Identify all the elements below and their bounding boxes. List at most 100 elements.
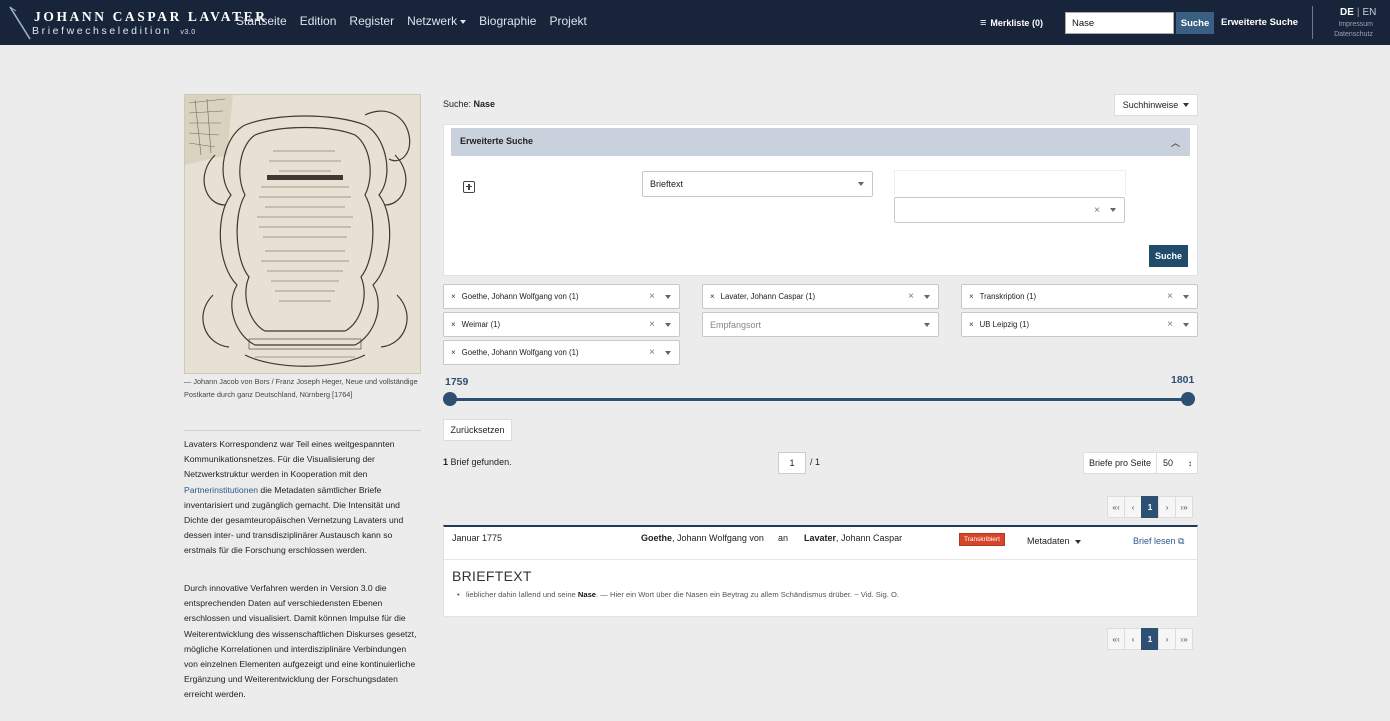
remove-icon[interactable]: × <box>969 320 974 329</box>
filter-recipient[interactable]: × Lavater, Johann Caspar (1) × <box>702 284 939 309</box>
clear-icon[interactable]: × <box>649 319 655 330</box>
status-badge: Transkribiert <box>959 533 1005 546</box>
lang-de[interactable]: DE <box>1340 7 1354 18</box>
chip-label: UB Leipzig (1) <box>979 320 1030 329</box>
prev-page-button[interactable]: ‹ <box>1124 628 1142 650</box>
dropdown-arrow-icon <box>665 350 671 355</box>
search-hints-button[interactable]: Suchhinweise <box>1114 94 1198 116</box>
filter-transcription[interactable]: × Transkription (1) × <box>961 284 1198 309</box>
brand-subtitle: Briefwechseledition v3.0 <box>32 25 196 37</box>
caption-dash: — <box>184 377 192 386</box>
filter-sender-place[interactable]: × Weimar (1) × <box>443 312 680 337</box>
filter-archive[interactable]: × UB Leipzig (1) × <box>961 312 1198 337</box>
dropdown-arrow-icon <box>924 294 930 299</box>
clear-icon[interactable]: × <box>908 291 914 302</box>
timeline-handle-start[interactable] <box>443 392 457 406</box>
impressum-link[interactable]: Impressum <box>1338 21 1373 28</box>
advanced-search-header[interactable]: Erweiterte Suche ︿ <box>451 128 1190 156</box>
page-1-button[interactable]: 1 <box>1141 496 1159 518</box>
letter-sender[interactable]: Goethe, Johann Wolfgang von <box>641 533 764 543</box>
nav-projekt[interactable]: Projekt <box>549 14 586 28</box>
results-count-number: 1 <box>443 457 449 467</box>
remove-icon[interactable]: × <box>451 348 456 357</box>
search-button[interactable]: Suche <box>1176 12 1214 34</box>
remove-icon[interactable]: × <box>969 292 974 301</box>
brand-logo[interactable]: JOHANN CASPAR LAVATER Briefwechseleditio… <box>8 5 265 41</box>
extended-search-link[interactable]: Erweiterte Suche <box>1221 17 1298 28</box>
first-page-button[interactable]: «‹ <box>1107 628 1125 650</box>
search-summary-label: Suche: <box>443 99 472 109</box>
nav-netzwerk[interactable]: Netzwerk <box>407 14 467 28</box>
filter-recipient-place[interactable]: Empfangsort <box>702 312 939 337</box>
letter-date: Januar 1775 <box>452 533 503 543</box>
clear-icon[interactable]: × <box>649 291 655 302</box>
lang-en[interactable]: EN <box>1363 7 1377 18</box>
search-field-value: Brieftext <box>650 179 684 189</box>
search-value-select[interactable]: × <box>894 197 1125 223</box>
filter-sender[interactable]: × Goethe, Johann Wolfgang von (1) × <box>443 284 680 309</box>
clear-icon[interactable]: × <box>1167 291 1173 302</box>
nav-biographie[interactable]: Biographie <box>479 14 536 28</box>
remove-icon[interactable]: × <box>451 320 456 329</box>
filter-chip: × Lavater, Johann Caspar (1) <box>710 292 815 301</box>
clear-icon[interactable]: × <box>1094 205 1100 216</box>
last-page-button[interactable]: ›» <box>1175 496 1193 518</box>
datenschutz-link[interactable]: Datenschutz <box>1334 31 1373 38</box>
about-paragraph-2: Durch innovative Verfahren werden in Ver… <box>184 583 417 700</box>
remove-icon[interactable]: × <box>710 292 715 301</box>
timeline-slider-track[interactable] <box>451 398 1188 401</box>
top-navbar: JOHANN CASPAR LAVATER Briefwechseleditio… <box>0 0 1390 45</box>
timeline-handle-end[interactable] <box>1181 392 1195 406</box>
divider <box>184 430 421 431</box>
chip-label: Weimar (1) <box>461 320 501 329</box>
last-page-button[interactable]: ›» <box>1175 628 1193 650</box>
dropdown-arrow-icon <box>665 322 671 327</box>
brand-version: v3.0 <box>180 29 196 36</box>
add-field-icon[interactable] <box>463 181 475 193</box>
nav-edition[interactable]: Edition <box>300 14 337 28</box>
prev-page-button[interactable]: ‹ <box>1124 496 1142 518</box>
filter-person[interactable]: × Goethe, Johann Wolfgang von (1) × <box>443 340 680 365</box>
partner-link[interactable]: Partnerinstitutionen <box>184 485 258 495</box>
search-field-select[interactable]: Brieftext <box>642 171 873 197</box>
placeholder: Empfangsort <box>710 319 762 330</box>
remove-icon[interactable]: × <box>451 292 456 301</box>
nav-startseite[interactable]: Startseite <box>236 14 287 28</box>
merkliste-link[interactable]: ≡ Merkliste (0) <box>980 17 1043 29</box>
letter-header: Januar 1775 Goethe, Johann Wolfgang von … <box>444 527 1197 560</box>
brand-subtitle-text: Briefwechseledition <box>32 25 172 37</box>
timeline-start-year: 1759 <box>445 376 469 388</box>
per-page-value[interactable]: 50 <box>1157 453 1197 473</box>
search-input[interactable] <box>1065 12 1174 34</box>
dropdown-arrow-icon <box>858 182 864 186</box>
nav-register[interactable]: Register <box>349 14 394 28</box>
search-term-input[interactable] <box>894 170 1126 195</box>
read-letter-link[interactable]: Brief lesen ⧉ <box>1133 536 1184 547</box>
next-page-button[interactable]: › <box>1158 496 1176 518</box>
filter-chip: × Goethe, Johann Wolfgang von (1) <box>451 348 579 357</box>
chip-label: Goethe, Johann Wolfgang von (1) <box>461 348 579 357</box>
reset-button[interactable]: Zurücksetzen <box>443 419 512 441</box>
pagination-bottom: «‹ ‹ 1 › ›» <box>1107 628 1193 650</box>
letter-recipient[interactable]: Lavater, Johann Caspar <box>804 533 902 543</box>
recipient-last: Lavater <box>804 533 837 543</box>
advanced-search-submit[interactable]: Suche <box>1149 245 1188 267</box>
filter-chip: × UB Leipzig (1) <box>969 320 1029 329</box>
clear-icon[interactable]: × <box>1167 319 1173 330</box>
image-caption: — Johann Jacob von Bors / Franz Joseph H… <box>184 376 424 401</box>
page-number-input[interactable]: 1 <box>778 452 806 474</box>
caption-text: Johann Jacob von Bors / Franz Joseph Heg… <box>184 377 418 399</box>
results-count: 1 Brief gefunden. <box>443 457 512 467</box>
results-count-label: Brief gefunden. <box>450 457 512 467</box>
text-snippet: lieblicher dahin lallend und seine Nase.… <box>457 590 899 599</box>
page-1-button[interactable]: 1 <box>1141 628 1159 650</box>
first-page-button[interactable]: «‹ <box>1107 496 1125 518</box>
clear-icon[interactable]: × <box>649 347 655 358</box>
external-link-icon: ⧉ <box>1178 536 1185 546</box>
dropdown-arrow-icon <box>1183 294 1189 299</box>
nav-divider <box>1312 6 1313 39</box>
metadata-dropdown[interactable]: Metadaten <box>1027 536 1081 546</box>
next-page-button[interactable]: › <box>1158 628 1176 650</box>
caret-down-icon <box>460 19 467 24</box>
per-page-select[interactable]: Briefe pro Seite 50 <box>1083 452 1198 474</box>
